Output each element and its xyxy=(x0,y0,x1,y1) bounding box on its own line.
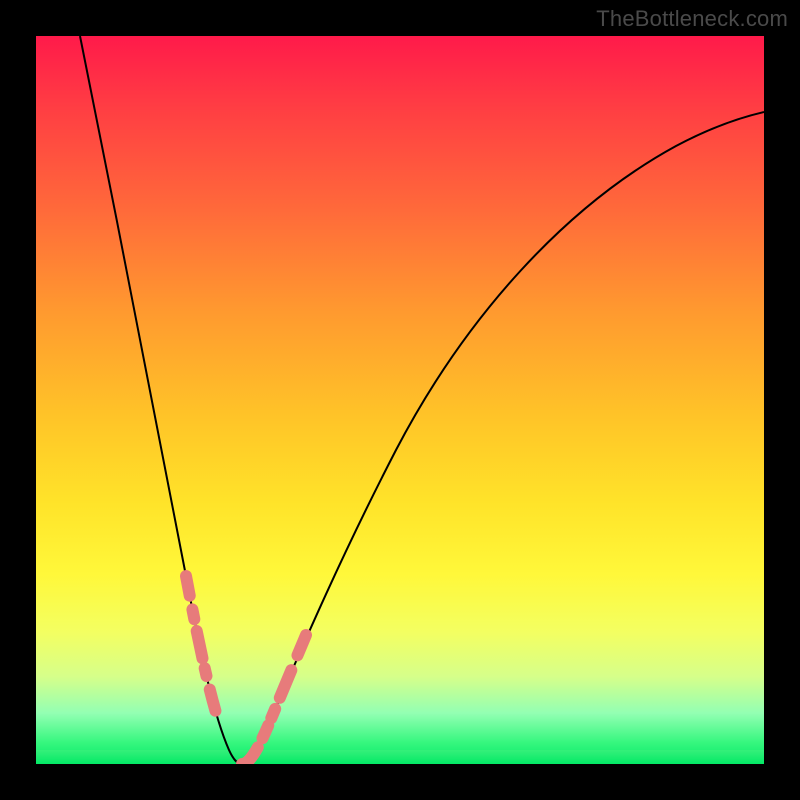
plot-area xyxy=(36,36,764,764)
chart-stage: TheBottleneck.com xyxy=(0,0,800,800)
baseline-strip xyxy=(36,750,764,764)
